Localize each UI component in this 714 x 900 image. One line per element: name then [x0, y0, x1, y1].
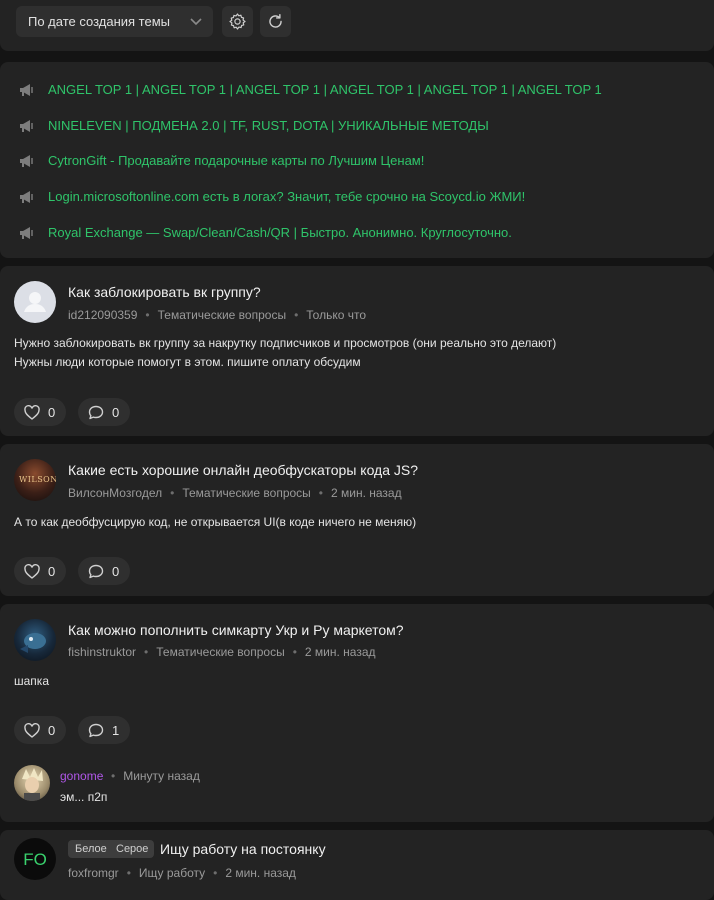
promo-list: ANGEL TOP 1 | ANGEL TOP 1 | ANGEL TOP 1 …: [0, 62, 714, 258]
promo-text: ANGEL TOP 1 | ANGEL TOP 1 | ANGEL TOP 1 …: [48, 82, 602, 97]
promo-item[interactable]: ANGEL TOP 1 | ANGEL TOP 1 | ANGEL TOP 1 …: [0, 78, 714, 102]
like-count: 0: [48, 405, 56, 420]
separator: •: [126, 866, 131, 880]
avatar-initials: FO: [23, 850, 47, 869]
chevron-down-icon: [190, 18, 202, 26]
thread-title[interactable]: Как заблокировать вк группу?: [68, 284, 261, 300]
thread-author[interactable]: id212090359: [68, 308, 137, 322]
promo-text: CytronGift - Продавайте подарочные карты…: [48, 153, 425, 168]
like-button[interactable]: 0: [14, 398, 66, 426]
refresh-icon: [269, 14, 282, 28]
thread-author[interactable]: foxfromgr: [68, 866, 119, 880]
separator: •: [111, 769, 116, 783]
like-button[interactable]: 0: [14, 716, 66, 744]
promo-item[interactable]: CytronGift - Продавайте подарочные карты…: [0, 149, 714, 173]
comment-button[interactable]: 0: [78, 398, 130, 426]
commenter-avatar[interactable]: [14, 765, 50, 801]
thread-body-line: Нужно заблокировать вк группу за накрутк…: [14, 336, 557, 350]
thread-body: А то как деобфусцирую код, не открываетс…: [14, 513, 416, 532]
separator: •: [144, 645, 149, 659]
thread-section[interactable]: Ищу работу: [139, 866, 205, 880]
thread-section[interactable]: Тематические вопросы: [158, 308, 286, 322]
promo-text: Login.microsoftonline.com есть в логах? …: [48, 189, 526, 204]
thread-title[interactable]: Какие есть хорошие онлайн деобфускаторы …: [68, 462, 418, 478]
default-user-icon: [24, 292, 46, 312]
megaphone-icon: [20, 227, 33, 239]
thread-card: WILSON Какие есть хорошие онлайн деобфус…: [0, 444, 714, 596]
thread-meta: foxfromgr • Ищу работу • 2 мин. назад: [68, 866, 296, 880]
thread-section[interactable]: Тематические вопросы: [182, 486, 310, 500]
heart-icon: [24, 564, 40, 579]
promo-text: NINELEVEN | ПОДМЕНА 2.0 | TF, RUST, DOTA…: [48, 118, 489, 133]
comment-button[interactable]: 0: [78, 557, 130, 585]
promo-item[interactable]: NINELEVEN | ПОДМЕНА 2.0 | TF, RUST, DOTA…: [0, 114, 714, 138]
comment-icon: [88, 405, 104, 420]
heart-icon: [24, 405, 40, 420]
thread-time: 2 мин. назад: [331, 486, 402, 500]
avatar[interactable]: WILSON: [14, 459, 56, 501]
settings-button[interactable]: [222, 6, 253, 37]
comment-button[interactable]: 1: [78, 716, 130, 744]
comment-count: 0: [112, 405, 120, 420]
thread-time: 2 мин. назад: [304, 645, 376, 659]
comment-icon: [88, 723, 104, 738]
thread-body-line: шапка: [14, 674, 49, 688]
comment-icon: [88, 564, 104, 579]
thread-body-line: А то как деобфусцирую код, не открываетс…: [14, 515, 417, 529]
separator: •: [318, 486, 323, 500]
thread-time: 2 мин. назад: [225, 866, 296, 880]
refresh-button[interactable]: [260, 6, 291, 37]
separator: •: [294, 308, 299, 322]
like-button[interactable]: 0: [14, 557, 66, 585]
tag-gray[interactable]: Серое: [110, 840, 155, 858]
thread-time: Только что: [306, 308, 367, 322]
separator: •: [170, 486, 175, 500]
fish-avatar-icon: [20, 633, 46, 653]
thread-meta: fishinstruktor • Тематические вопросы • 2 ми…: [68, 645, 376, 659]
thread-card: Как можно пополнить симкарту Укр и Ру ма…: [0, 604, 714, 822]
like-count: 0: [48, 723, 56, 738]
like-count: 0: [48, 564, 56, 579]
comment-time: Минуту назад: [123, 769, 200, 783]
megaphone-icon: [20, 155, 33, 167]
megaphone-icon: [20, 191, 33, 203]
comment-count: 0: [112, 564, 120, 579]
promo-item[interactable]: Royal Exchange — Swap/Clean/Cash/QR | Бы…: [0, 221, 714, 245]
thread-body: шапка: [14, 672, 49, 691]
avatar[interactable]: [14, 281, 56, 323]
thread-section[interactable]: Тематические вопросы: [156, 645, 284, 659]
tag-white[interactable]: Белое: [68, 840, 113, 858]
comment-text: эм... п2п: [60, 790, 108, 804]
separator: •: [145, 308, 150, 322]
avatar[interactable]: FO: [14, 838, 56, 880]
thread-body: Нужно заблокировать вк группу за накрутк…: [14, 334, 556, 372]
thread-title[interactable]: Ищу работу на постоянку: [160, 841, 326, 857]
thread-body-line: Нужны люди которые помогут в этом. пишит…: [14, 355, 361, 369]
megaphone-icon: [20, 84, 33, 96]
comment-meta: • Минуту назад: [111, 769, 200, 783]
gear-icon: [229, 13, 246, 30]
promo-item[interactable]: Login.microsoftonline.com есть в логах? …: [0, 185, 714, 209]
avatar-logo-text: WILSON: [19, 475, 56, 484]
comment-count: 1: [112, 723, 120, 738]
avatar[interactable]: [14, 619, 56, 661]
sort-select-label: По дате создания темы: [28, 14, 170, 29]
commenter-name[interactable]: gonome: [60, 769, 103, 783]
thread-card: Как заблокировать вк группу? id212090359…: [0, 266, 714, 436]
sort-select[interactable]: По дате создания темы: [16, 6, 213, 37]
thread-author[interactable]: ВилсонМозгодел: [68, 486, 162, 500]
megaphone-icon: [20, 120, 33, 132]
thread-title[interactable]: Как можно пополнить симкарту Укр и Ру ма…: [68, 622, 404, 638]
character-avatar-icon: [22, 768, 43, 801]
thread-author[interactable]: fishinstruktor: [68, 645, 136, 659]
thread-meta: ВилсонМозгодел • Тематические вопросы • 2 ми…: [68, 486, 402, 500]
promo-text: Royal Exchange — Swap/Clean/Cash/QR | Бы…: [48, 225, 512, 240]
heart-icon: [24, 723, 40, 738]
thread-meta: id212090359 • Тематические вопросы • Только …: [68, 308, 366, 322]
filter-bar: По дате создания темы: [0, 0, 714, 51]
separator: •: [213, 866, 218, 880]
separator: •: [292, 645, 297, 659]
